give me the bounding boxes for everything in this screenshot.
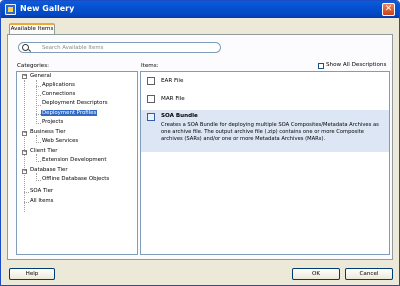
tree-connector — [36, 180, 41, 181]
tree-connector — [36, 142, 41, 143]
item-name: EAR File — [161, 78, 184, 84]
list-item-mar-file[interactable]: MAR File — [141, 92, 389, 106]
tree-node-connections[interactable]: Connections — [42, 91, 75, 97]
archive-file-icon — [147, 77, 155, 85]
tree-node-extension-development[interactable]: Extension Development — [42, 157, 106, 163]
tree-connector — [36, 95, 41, 96]
soa-bundle-icon — [147, 113, 155, 121]
tab-available-items[interactable]: Available Items — [9, 23, 55, 34]
tree-node-database-tier[interactable]: Database Tier — [30, 167, 68, 173]
tree-node-general[interactable]: General — [30, 73, 51, 79]
show-all-descriptions-label: Show All Descriptions — [326, 62, 387, 68]
tree-connector — [36, 86, 41, 87]
collapse-toggle-icon[interactable]: − — [22, 131, 27, 136]
categories-label: Categories: — [17, 63, 50, 69]
collapse-toggle-icon[interactable]: − — [22, 150, 27, 155]
item-name: MAR File — [161, 96, 185, 102]
items-list[interactable]: EAR File MAR File SOA Bundle Creates a S… — [140, 71, 390, 255]
tree-node-client-tier[interactable]: Client Tier — [30, 148, 57, 154]
collapse-toggle-icon[interactable]: − — [22, 74, 27, 79]
cancel-button[interactable]: Cancel — [345, 268, 393, 280]
items-label: Items: — [141, 63, 159, 69]
tree-connector — [36, 161, 41, 162]
archive-file-icon — [147, 95, 155, 103]
tree-connector — [24, 192, 29, 193]
new-gallery-dialog: New Gallery ✕ Available Items Search Ava… — [0, 0, 400, 286]
tree-node-deployment-descriptors[interactable]: Deployment Descriptors — [42, 100, 108, 106]
ok-button[interactable]: OK — [292, 268, 340, 280]
item-description: Creates a SOA Bundle for deploying multi… — [161, 122, 379, 142]
tree-node-business-tier[interactable]: Business Tier — [30, 129, 66, 135]
tree-connector — [24, 202, 29, 203]
tree-connector — [36, 123, 41, 124]
list-item-ear-file[interactable]: EAR File — [141, 74, 389, 88]
title-bar[interactable]: New Gallery ✕ — [1, 1, 399, 18]
search-input[interactable]: Search Available Items — [18, 42, 221, 53]
tree-node-deployment-profiles[interactable]: Deployment Profiles — [41, 110, 98, 116]
search-placeholder: Search Available Items — [42, 45, 104, 51]
tree-node-projects[interactable]: Projects — [42, 119, 63, 125]
collapse-toggle-icon[interactable]: − — [22, 169, 27, 174]
tree-node-all-items[interactable]: All Items — [30, 198, 53, 204]
tree-node-offline-database-objects[interactable]: Offline Database Objects — [42, 176, 109, 182]
tree-node-soa-tier[interactable]: SOA Tier — [30, 188, 53, 194]
help-button[interactable]: Help — [9, 268, 55, 280]
checkbox-box[interactable] — [318, 63, 324, 69]
tree-connector — [36, 105, 41, 106]
categories-tree[interactable]: − General Applications Connections Deplo… — [16, 71, 138, 255]
available-items-panel: Search Available Items Categories: Items… — [7, 34, 393, 260]
tree-node-web-services[interactable]: Web Services — [42, 138, 78, 144]
tree-node-applications[interactable]: Applications — [42, 82, 75, 88]
search-icon — [22, 44, 29, 51]
list-item-soa-bundle[interactable]: SOA Bundle Creates a SOA Bundle for depl… — [141, 110, 389, 152]
close-button[interactable]: ✕ — [382, 3, 395, 16]
window-title: New Gallery — [20, 4, 75, 13]
app-icon — [5, 4, 16, 15]
item-name: SOA Bundle — [161, 113, 198, 119]
